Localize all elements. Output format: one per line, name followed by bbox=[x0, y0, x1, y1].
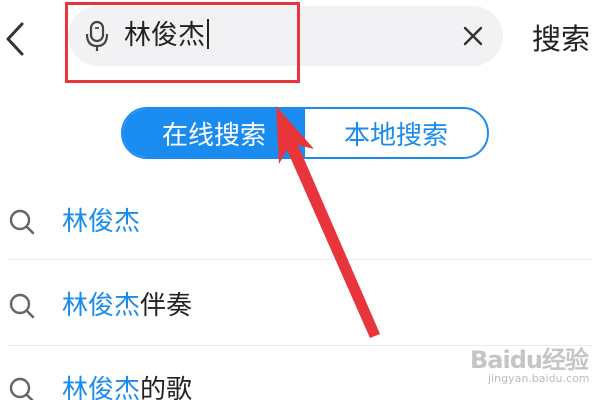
search-icon bbox=[9, 209, 35, 235]
microphone-icon[interactable] bbox=[84, 20, 110, 52]
divider bbox=[8, 345, 592, 346]
list-item[interactable]: 林俊杰 bbox=[0, 188, 600, 252]
chevron-left-icon bbox=[6, 22, 24, 56]
search-input-value: 林俊杰 bbox=[124, 20, 205, 51]
list-item[interactable]: 林俊杰伴奏 bbox=[0, 272, 600, 336]
suggestion-rest-text: 伴奏 bbox=[140, 291, 193, 321]
search-icon bbox=[9, 293, 35, 319]
text-cursor bbox=[207, 19, 209, 49]
search-mode-tabs: 在线搜索 本地搜索 bbox=[121, 107, 489, 159]
suggestion-match-text: 林俊杰 bbox=[62, 291, 141, 321]
tab-online-search[interactable]: 在线搜索 bbox=[123, 109, 305, 157]
back-button[interactable] bbox=[0, 14, 30, 64]
search-icon bbox=[9, 377, 34, 400]
list-item[interactable]: 林俊杰的歌 bbox=[0, 356, 600, 400]
suggestion-match-text: 林俊杰 bbox=[62, 207, 141, 237]
suggestion-match-text: 林俊杰 bbox=[62, 375, 141, 400]
divider bbox=[8, 259, 592, 260]
search-field[interactable]: 林俊杰 bbox=[68, 6, 503, 66]
tab-local-search[interactable]: 本地搜索 bbox=[305, 109, 487, 157]
search-input[interactable]: 林俊杰 bbox=[124, 16, 209, 56]
search-button[interactable]: 搜索 bbox=[532, 14, 600, 64]
suggestion-rest-text: 的歌 bbox=[140, 375, 193, 400]
close-icon[interactable] bbox=[461, 24, 485, 48]
